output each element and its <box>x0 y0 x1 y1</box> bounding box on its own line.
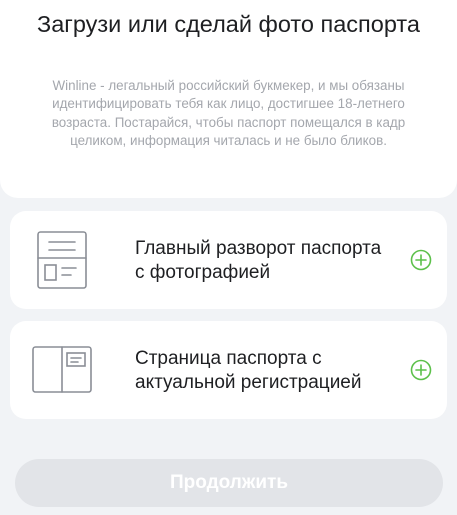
instructions-card: Загрузи или сделай фото паспорта Winline… <box>0 0 457 198</box>
continue-button[interactable]: Продолжить <box>15 459 443 507</box>
document-card-registration[interactable]: Страница паспорта с актуальной регистрац… <box>10 321 447 419</box>
document-label: Главный разворот паспорта с фотографией <box>135 238 382 283</box>
passport-main-spread-icon <box>37 231 87 289</box>
passport-upload-screen: Загрузи или сделай фото паспорта Winline… <box>0 0 457 515</box>
instructions-text: Winline - легальный российский букмекер,… <box>51 78 406 148</box>
page-title: Загрузи или сделай фото паспорта <box>37 11 420 37</box>
document-label: Страница паспорта с актуальной регистрац… <box>135 348 362 393</box>
plus-circle-icon[interactable] <box>410 249 432 271</box>
document-card-main-spread[interactable]: Главный разворот паспорта с фотографией <box>10 211 447 309</box>
plus-circle-icon[interactable] <box>410 359 432 381</box>
passport-registration-page-icon <box>32 346 92 393</box>
